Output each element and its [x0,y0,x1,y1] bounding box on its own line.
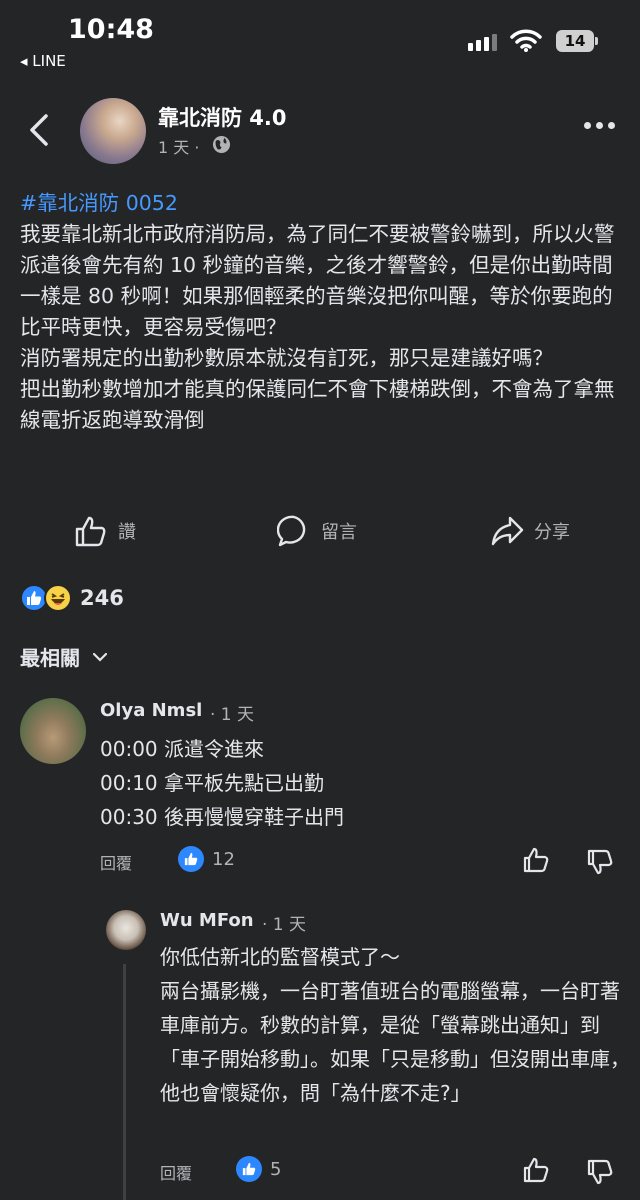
battery-icon: 14 [556,30,594,52]
like-count: 5 [270,1158,282,1180]
comment-line: 00:30 後再慢慢穿鞋子出門 [100,805,344,829]
status-time: 10:48 [68,14,154,45]
comment-like-count[interactable]: 5 [236,1156,281,1182]
reply-thread-line [123,964,126,1200]
comment-line: 你低估新北的監督模式了～ [160,945,400,969]
thumbs-up-icon [75,516,106,547]
post-screen: 10:48 ◂ LINE 14 靠北消防 4.0 1 天 · #靠北消防 005… [0,0,640,1200]
reaction-count: 246 [80,586,124,610]
signal-icon [468,34,497,51]
like-label: 讚 [118,522,136,543]
page-name[interactable]: 靠北消防 4.0 [158,102,287,132]
post-hashtag[interactable]: #靠北消防 0052 [20,188,625,219]
like-count: 12 [212,848,235,870]
comment-line: 兩台攝影機，一台盯著值班台的電腦螢幕，一台盯著車庫前方。秒數的計算，是從「螢幕跳… [160,979,630,1105]
like-reaction-icon [236,1156,262,1182]
post-time: 1 天 · [158,138,200,157]
wifi-icon [510,29,542,52]
back-arrow-icon[interactable] [22,110,58,150]
like-button[interactable]: 讚 [74,514,136,548]
comment-label: 留言 [321,522,357,543]
page-avatar[interactable] [80,98,146,164]
thumbs-up-icon[interactable] [522,1156,550,1184]
share-arrow-icon [491,516,524,546]
globe-icon [212,135,231,154]
commenter-name[interactable]: Wu MFon [160,910,254,931]
comment-time: · 1 天 [210,705,255,725]
share-label: 分享 [534,522,570,543]
comment-button[interactable]: 留言 [277,514,357,548]
sort-label: 最相關 [20,646,80,670]
haha-reaction-icon [44,584,72,612]
share-button[interactable]: 分享 [490,514,570,548]
reaction-summary[interactable]: 246 [20,584,124,612]
thumbs-down-icon[interactable] [586,848,614,876]
back-to-line-link[interactable]: ◂ LINE [20,52,66,70]
speech-bubble-icon [277,515,306,547]
chevron-down-icon [92,652,108,662]
post-paragraph: 我要靠北新北市政府消防局，為了同仁不要被警鈴嚇到，所以火警派遣後會先有約 10 … [20,222,615,339]
thumbs-down-icon[interactable] [586,1158,614,1186]
like-reaction-icon [178,846,204,872]
comment-sort-dropdown[interactable]: 最相關 [20,642,108,671]
thumbs-up-icon[interactable] [522,846,550,874]
reply-button[interactable]: 回覆 [100,850,132,874]
comment-line: 00:10 拿平板先點已出勤 [100,771,324,795]
commenter-name[interactable]: Olya Nmsl [100,700,202,721]
comment-text: 你低估新北的監督模式了～ 兩台攝影機，一台盯著值班台的電腦螢幕，一台盯著車庫前方… [160,940,630,1110]
post-body: #靠北消防 0052 我要靠北新北市政府消防局，為了同仁不要被警鈴嚇到，所以火警… [20,188,625,436]
battery-tip [595,37,598,45]
comment-text: 00:00 派遣令進來 00:10 拿平板先點已出勤 00:30 後再慢慢穿鞋子… [100,732,344,834]
commenter-avatar[interactable] [106,910,146,950]
comment-time: · 1 天 [262,915,307,935]
more-options-icon[interactable] [584,122,615,129]
reply-button[interactable]: 回覆 [160,1160,192,1184]
comment-like-count[interactable]: 12 [178,846,235,872]
post-paragraph: 把出勤秒數增加才能真的保護同仁不會下樓梯跌倒，不會為了拿無線電折返跑導致滑倒 [20,377,615,432]
comment-line: 00:00 派遣令進來 [100,737,264,761]
post-paragraph: 消防署規定的出勤秒數原本就沒有訂死，那只是建議好嗎？ [20,346,553,370]
commenter-avatar[interactable] [20,698,86,764]
